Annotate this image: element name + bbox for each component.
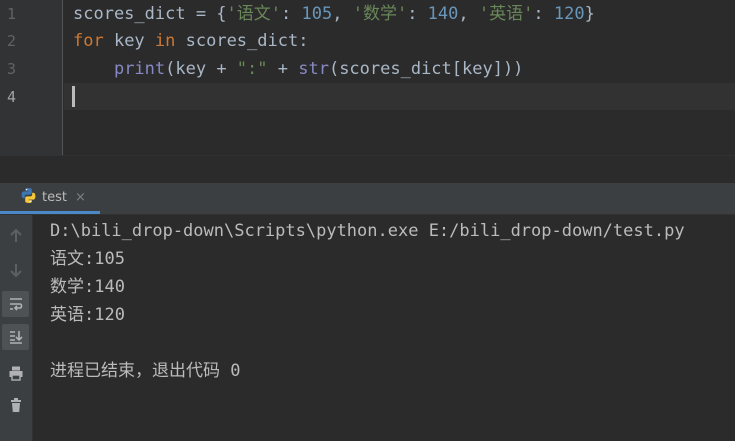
keyword-token: for <box>73 31 104 51</box>
builtin-token: print <box>113 59 166 79</box>
tab-label: test <box>42 189 67 205</box>
scroll-to-end-icon[interactable] <box>2 324 29 350</box>
string-token: '数学' <box>352 4 408 24</box>
line-number-gutter: 1 2 3 4 <box>0 0 63 155</box>
code-token: scores_dict: <box>175 31 309 51</box>
number-token: 140 <box>427 4 459 24</box>
line-number: 2 <box>6 32 16 50</box>
string-token: '英语' <box>478 4 534 24</box>
console-line: D:\bili_drop-down\Scripts\python.exe E:/… <box>50 221 685 241</box>
code-token: scores_dict = { <box>73 4 227 24</box>
line-number: 1 <box>6 5 16 23</box>
code-token: + <box>267 59 299 79</box>
number-token: 105 <box>301 4 333 24</box>
console-line: 数学:140 <box>50 277 125 297</box>
tab-test[interactable]: test × <box>0 183 100 214</box>
soft-wrap-icon[interactable] <box>2 291 29 317</box>
string-token: '语文' <box>226 4 282 24</box>
panel-splitter[interactable] <box>0 155 735 184</box>
code-line-1[interactable]: scores_dict = {'语文': 105, '数学': 140, '英语… <box>73 0 595 28</box>
code-token: : <box>281 4 302 24</box>
run-tab-bar: test × <box>0 183 735 215</box>
number-token: 120 <box>553 4 585 24</box>
code-line-3[interactable]: print(key + ":" + str(scores_dict[key])) <box>73 55 523 83</box>
python-icon <box>20 187 37 208</box>
close-icon[interactable]: × <box>75 190 86 205</box>
down-arrow-icon[interactable] <box>2 257 29 283</box>
code-token: (key + <box>165 59 237 79</box>
code-token: } <box>584 4 595 24</box>
code-token: (scores_dict[key])) <box>328 59 524 79</box>
code-editor[interactable]: 1 2 3 4 scores_dict = {'语文': 105, '数学': … <box>0 0 735 155</box>
up-arrow-icon[interactable] <box>2 223 29 249</box>
run-toolbar <box>0 215 33 441</box>
builtin-token: str <box>298 59 329 79</box>
print-icon[interactable] <box>2 360 29 386</box>
string-token: ":" <box>236 59 268 79</box>
console-output[interactable]: D:\bili_drop-down\Scripts\python.exe E:/… <box>33 215 735 441</box>
console-line: 语文:105 <box>50 249 125 269</box>
console-line: 进程已结束，退出代码 0 <box>50 361 241 381</box>
code-token: , <box>332 4 353 24</box>
current-line-highlight <box>64 83 735 110</box>
code-token: : <box>407 4 428 24</box>
line-number: 3 <box>6 60 16 78</box>
code-token: : <box>533 4 554 24</box>
trash-icon[interactable] <box>2 392 29 418</box>
keyword-token: in <box>154 31 176 51</box>
console-line: 英语:120 <box>50 305 125 325</box>
text-caret <box>72 86 75 107</box>
code-token: key <box>103 31 155 51</box>
line-number-current: 4 <box>6 88 16 106</box>
code-token: , <box>458 4 479 24</box>
code-line-2[interactable]: for key in scores_dict: <box>73 27 308 55</box>
